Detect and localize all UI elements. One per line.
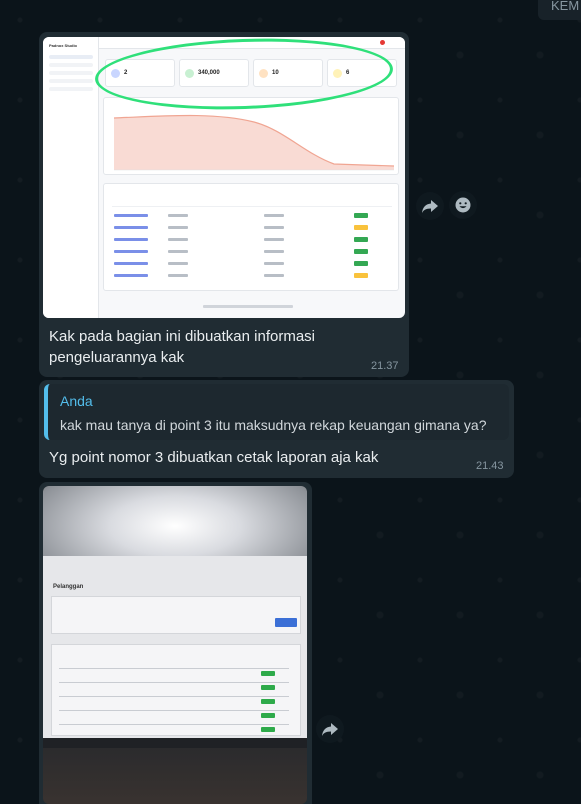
table-cell-link	[114, 238, 148, 241]
table-divider	[112, 206, 392, 207]
photo-table-row	[59, 710, 289, 711]
table-status-badge	[354, 273, 368, 278]
react-emoji-button[interactable]	[449, 191, 477, 219]
photo-table-row	[59, 682, 289, 683]
photo-table-row	[59, 724, 289, 725]
message-caption: Kak pada bagian ini dibuatkan informasi …	[49, 328, 316, 366]
table-cell	[264, 226, 284, 229]
dashboard-menu-item	[49, 79, 93, 83]
table-cell	[264, 214, 284, 217]
table-cell	[168, 226, 188, 229]
dashboard-footer	[203, 305, 293, 308]
table-status-badge	[354, 225, 368, 230]
table-cell-link	[114, 214, 148, 217]
photo-status-badge	[261, 713, 275, 718]
photo-status-badge	[261, 671, 275, 676]
table-cell-link	[114, 262, 148, 265]
forward-icon	[422, 200, 438, 213]
photo-status-badge	[261, 699, 275, 704]
message-text: Yg point nomor 3 dibuatkan cetak laporan…	[49, 449, 379, 466]
top-chip-label: KEM	[551, 0, 580, 13]
emoji-icon	[455, 197, 471, 213]
photo-status-badge	[261, 727, 275, 732]
dashboard-menu-item	[49, 63, 93, 67]
table-cell	[168, 262, 188, 265]
photo-table-row	[59, 696, 289, 697]
table-cell	[264, 250, 284, 253]
table-cell-link	[114, 226, 148, 229]
photo-table-panel	[51, 644, 301, 736]
forward-button[interactable]	[316, 715, 344, 743]
dashboard-menu-item	[49, 87, 93, 91]
table-cell	[264, 262, 284, 265]
photo-table-row	[59, 668, 289, 669]
photo-monitor-bezel	[43, 748, 307, 804]
image-message-bubble[interactable]: Pelanggan	[39, 482, 312, 804]
dashboard-screenshot-image[interactable]: Padnox Studio 2 340,000 10 6	[43, 37, 405, 318]
table-cell-link	[114, 250, 148, 253]
quoted-message[interactable]: Anda kak mau tanya di point 3 itu maksud…	[44, 384, 509, 440]
image-message-bubble[interactable]: Padnox Studio 2 340,000 10 6 Kak pada ba…	[39, 32, 409, 377]
table-cell	[264, 238, 284, 241]
quoted-text: kak mau tanya di point 3 itu maksudnya r…	[60, 417, 487, 433]
monitor-photo-image[interactable]: Pelanggan	[43, 486, 307, 804]
table-status-badge	[354, 213, 368, 218]
photo-button	[275, 618, 297, 627]
dashboard-table	[103, 183, 399, 291]
photo-page-title: Pelanggan	[53, 584, 84, 590]
dashboard-menu-item	[49, 71, 93, 75]
dashboard-user-badge	[380, 40, 385, 45]
table-cell	[168, 238, 188, 241]
reply-message-bubble[interactable]: Anda kak mau tanya di point 3 itu maksud…	[39, 380, 514, 478]
photo-screen: Pelanggan	[43, 556, 307, 742]
dashboard-sidebar: Padnox Studio	[43, 37, 99, 318]
chart-area-graphic	[113, 114, 395, 171]
table-cell-link	[114, 274, 148, 277]
top-chip[interactable]: KEM	[538, 0, 581, 20]
table-status-badge	[354, 237, 368, 242]
message-time: 21.43	[476, 460, 504, 472]
dashboard-menu-item	[49, 55, 93, 59]
quoted-author: Anda	[60, 393, 93, 409]
table-status-badge	[354, 261, 368, 266]
table-cell	[264, 274, 284, 277]
photo-status-badge	[261, 685, 275, 690]
table-cell	[168, 214, 188, 217]
table-status-badge	[354, 249, 368, 254]
forward-icon	[322, 723, 338, 736]
photo-form-panel	[51, 596, 301, 634]
table-cell	[168, 274, 188, 277]
dashboard-app-name: Padnox Studio	[49, 43, 77, 48]
photo-taskbar	[43, 738, 307, 748]
message-time: 21.37	[371, 360, 399, 372]
forward-button[interactable]	[416, 192, 444, 220]
table-cell	[168, 250, 188, 253]
